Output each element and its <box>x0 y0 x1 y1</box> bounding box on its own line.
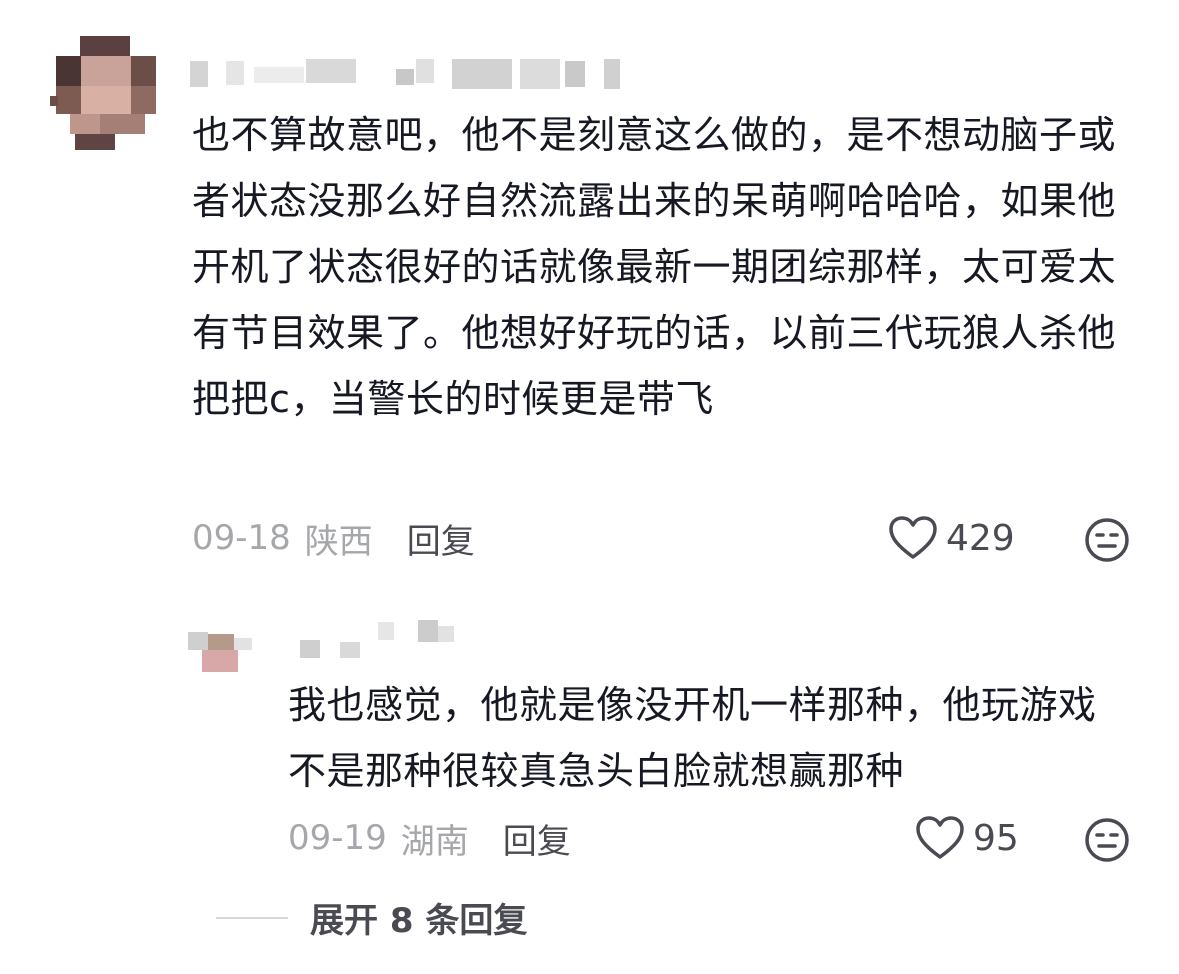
user-name-blurred[interactable] <box>190 57 630 93</box>
avatar-pixel <box>81 56 131 86</box>
blur-block <box>418 620 438 642</box>
neutral-face-icon <box>1085 818 1129 862</box>
avatar-pixel <box>131 86 156 114</box>
avatar-pixel <box>56 86 81 114</box>
reply-meta: 09-19 湖南 回复 <box>288 813 571 863</box>
blur-block <box>378 622 394 640</box>
blur-block <box>438 626 454 642</box>
avatar-pixel <box>100 114 145 134</box>
blur-block <box>340 642 360 658</box>
avatar-pixel <box>208 634 234 650</box>
avatar-pixel <box>202 650 238 672</box>
avatar-pixel <box>131 56 156 86</box>
like-button[interactable]: 429 <box>888 515 1015 561</box>
divider-line <box>216 916 288 919</box>
comment-meta: 09-18 陕西 回复 <box>192 513 475 563</box>
reply-user-name-blurred[interactable] <box>300 620 460 660</box>
blur-block <box>396 69 414 85</box>
reply-location: 湖南 <box>400 821 469 862</box>
expand-replies-button[interactable]: 展开 8 条回复 <box>216 893 527 942</box>
comment-text: 也不算故意吧，他不是刻意这么做的，是不想动脑子或者状态没那么好自然流露出来的呆萌… <box>192 113 1117 421</box>
blur-block <box>604 59 620 89</box>
avatar-pixel <box>234 638 252 650</box>
avatar-pixel <box>81 86 131 114</box>
blur-block <box>226 61 244 85</box>
comment-location: 陕西 <box>304 521 373 562</box>
blur-block <box>300 640 320 658</box>
reply-avatar[interactable] <box>188 620 252 676</box>
expand-replies-label: 展开 8 条回复 <box>310 901 528 941</box>
avatar-pixel <box>80 36 130 56</box>
avatar[interactable] <box>50 36 156 152</box>
reply-like-button[interactable]: 95 <box>915 815 1019 861</box>
reply-date: 09-19 <box>288 818 387 858</box>
heart-outline-icon <box>889 516 937 559</box>
reply-like-count: 95 <box>973 817 1019 859</box>
blur-block <box>565 61 585 87</box>
avatar-pixel <box>70 114 100 134</box>
blur-block <box>416 59 434 83</box>
reply-dislike-button[interactable] <box>1084 817 1130 863</box>
avatar-pixel <box>188 632 208 650</box>
blur-block <box>520 59 560 89</box>
reply-button[interactable]: 回复 <box>503 814 571 863</box>
avatar-pixel <box>56 56 81 86</box>
heart-outline-icon <box>916 816 964 859</box>
blur-block <box>254 67 304 83</box>
avatar-pixel <box>75 134 115 150</box>
blur-block <box>452 59 512 89</box>
reply-button[interactable]: 回复 <box>407 514 475 563</box>
dislike-button[interactable] <box>1084 517 1130 563</box>
neutral-face-icon <box>1085 518 1129 562</box>
blur-block <box>306 59 356 83</box>
like-count: 429 <box>946 517 1015 559</box>
comment-date: 09-18 <box>192 518 291 558</box>
avatar-pixel <box>50 96 58 106</box>
blur-block <box>190 61 208 87</box>
reply-text: 我也感觉，他就是像没开机一样那种，他玩游戏不是那种很较真急头白脸就想赢那种 <box>288 683 1097 793</box>
